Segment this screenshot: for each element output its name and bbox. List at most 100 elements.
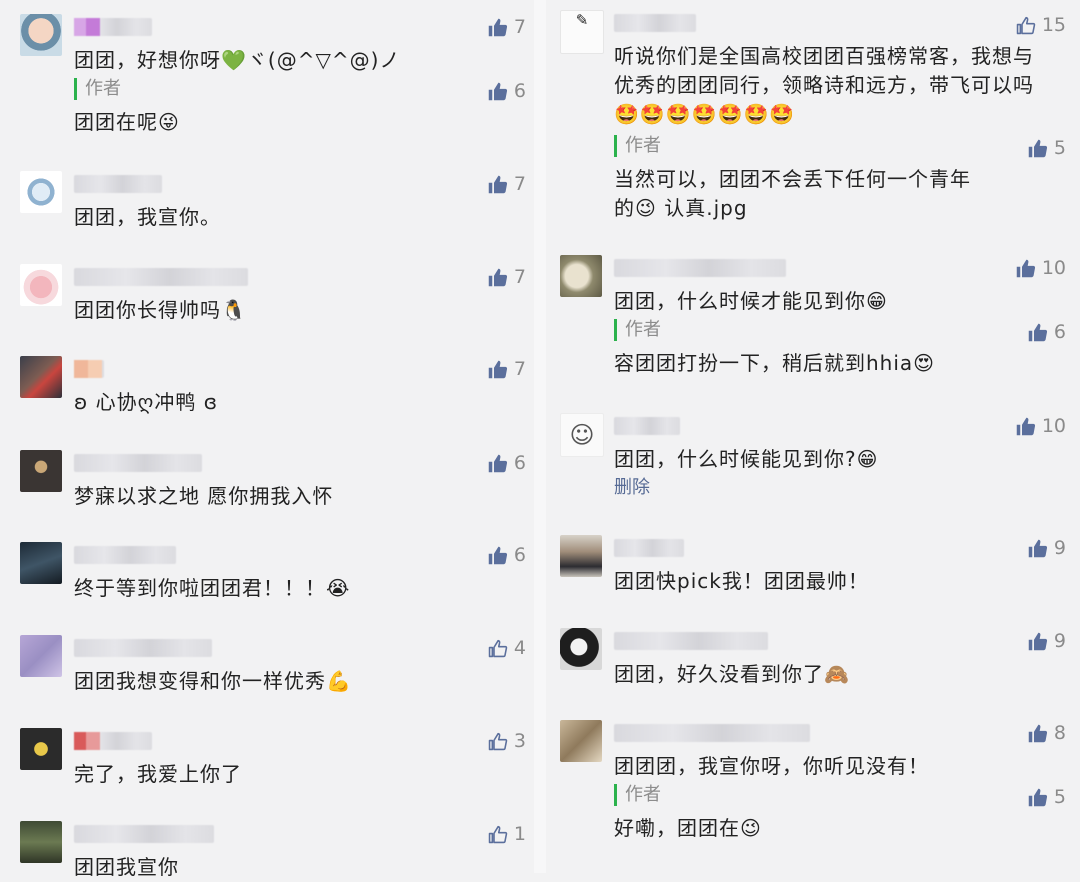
commenter-name-blurred <box>614 14 696 32</box>
like-count: 7 <box>513 173 526 195</box>
comments-column-right: ✎ 15 听说你们是全国高校团团百强榜常客，我想与优秀的团团同行，领略诗和远方，… <box>540 0 1080 873</box>
thumbs-up-filled-icon <box>487 359 508 380</box>
like-button[interactable]: 6 <box>487 450 526 476</box>
like-button[interactable]: 6 <box>1027 319 1066 345</box>
avatar[interactable] <box>20 728 62 770</box>
comment-text: 团团，好想你呀💚ヾ(@^▽^@)ノ <box>74 48 401 72</box>
like-button[interactable]: 10 <box>1015 255 1066 281</box>
like-count: 10 <box>1041 415 1066 437</box>
like-count: 6 <box>513 544 526 566</box>
like-button[interactable]: 6 <box>487 542 526 568</box>
commenter-name-blurred <box>74 360 104 378</box>
comment-text: 团团团，我宣你呀，你听见没有！ <box>614 754 929 778</box>
comment-text: 团团我宣你 <box>74 855 179 879</box>
thumbs-up-filled-icon <box>1027 322 1048 343</box>
avatar[interactable]: ✎ <box>560 10 604 54</box>
thumbs-up-filled-icon <box>487 17 508 38</box>
like-count: 6 <box>513 452 526 474</box>
comment-text: 团团，什么时候能见到你?😁 <box>614 447 879 471</box>
avatar[interactable] <box>20 542 62 584</box>
thumbs-up-filled-icon <box>487 267 508 288</box>
author-tag: 作者 <box>614 319 661 341</box>
like-button[interactable]: 10 <box>1015 413 1066 439</box>
author-tag: 作者 <box>614 135 661 157</box>
like-button[interactable]: 5 <box>1027 784 1066 810</box>
comment-text: ʚ 心协ღ冲鸭 ɞ <box>74 390 218 414</box>
like-button[interactable]: 15 <box>1015 12 1066 38</box>
like-button[interactable]: 8 <box>1027 720 1066 746</box>
like-button[interactable]: 9 <box>1027 535 1066 561</box>
like-count: 7 <box>513 266 526 288</box>
like-count: 15 <box>1041 14 1066 36</box>
like-count: 10 <box>1041 257 1066 279</box>
cartoon-face-icon: ☺ <box>569 421 595 449</box>
avatar[interactable] <box>560 255 602 297</box>
like-button[interactable]: 7 <box>487 264 526 290</box>
thumbs-up-filled-icon <box>1027 723 1048 744</box>
delete-link[interactable]: 删除 <box>614 473 650 499</box>
avatar-calligraphy-icon: ✎ <box>575 11 589 29</box>
reply-text: 好嘞，团团在😉 <box>614 816 762 840</box>
like-count: 9 <box>1053 630 1066 652</box>
avatar[interactable] <box>20 356 62 398</box>
avatar[interactable] <box>560 628 602 670</box>
thumbs-up-outline-icon <box>487 638 508 659</box>
commenter-name-blurred <box>74 639 212 657</box>
comment-text: 终于等到你啦团团君！！！😭 <box>74 576 351 600</box>
thumbs-up-filled-icon <box>1027 631 1048 652</box>
avatar[interactable] <box>20 171 62 213</box>
like-count: 9 <box>1053 537 1066 559</box>
thumbs-up-filled-icon <box>487 453 508 474</box>
comment-text: 团团，我宣你。 <box>74 205 221 229</box>
reply-text: 团团在呢😜 <box>74 110 180 134</box>
avatar[interactable] <box>20 450 62 492</box>
like-count: 5 <box>1053 137 1066 159</box>
comment-text: 团团你长得帅吗🐧 <box>74 298 247 322</box>
avatar[interactable]: ☺ <box>560 413 604 457</box>
comment-text: 听说你们是全国高校团团百强榜常客，我想与优秀的团团同行，领略诗和远方，带飞可以吗… <box>614 44 1034 126</box>
author-tag: 作者 <box>614 784 661 806</box>
thumbs-up-filled-icon <box>1015 416 1036 437</box>
like-button[interactable]: 3 <box>487 728 526 754</box>
thumbs-up-filled-icon <box>1015 258 1036 279</box>
like-button[interactable]: 1 <box>487 821 526 847</box>
like-count: 4 <box>513 637 526 659</box>
commenter-name-blurred <box>74 732 152 750</box>
commenter-name-blurred <box>74 454 202 472</box>
thumbs-up-filled-icon <box>487 81 508 102</box>
avatar[interactable] <box>20 14 62 56</box>
comment-text: 团团我想变得和你一样优秀💪 <box>74 669 352 693</box>
like-button[interactable]: 9 <box>1027 628 1066 654</box>
avatar[interactable] <box>20 821 62 863</box>
thumbs-up-filled-icon <box>1027 787 1048 808</box>
commenter-name-blurred <box>614 259 786 277</box>
like-count: 8 <box>1053 722 1066 744</box>
avatar[interactable] <box>20 635 62 677</box>
thumbs-up-filled-icon <box>1027 538 1048 559</box>
author-tag: 作者 <box>74 78 121 100</box>
like-button[interactable]: 6 <box>487 78 526 104</box>
commenter-name-blurred <box>74 825 214 843</box>
reply-text: 当然可以，团团不会丢下任何一个青年的😉 认真.jpg <box>614 167 971 220</box>
like-button[interactable]: 7 <box>487 171 526 197</box>
like-button[interactable]: 7 <box>487 14 526 40</box>
comment-text: 团团，好久没看到你了🙈 <box>614 662 850 686</box>
like-button[interactable]: 5 <box>1027 135 1066 161</box>
comment-text: 团团快pick我！团团最帅！ <box>614 569 869 593</box>
like-count: 7 <box>513 358 526 380</box>
thumbs-up-filled-icon <box>1027 138 1048 159</box>
thumbs-up-filled-icon <box>487 174 508 195</box>
avatar[interactable] <box>560 720 602 762</box>
thumbs-up-outline-icon <box>487 731 508 752</box>
like-button[interactable]: 7 <box>487 356 526 382</box>
like-button[interactable]: 4 <box>487 635 526 661</box>
like-count: 7 <box>513 16 526 38</box>
avatar[interactable] <box>560 535 602 577</box>
comments-column-left: 7 团团，好想你呀💚ヾ(@^▽^@)ノ 作者 6 团团在呢😜 7 团团，我宣你。… <box>0 0 540 879</box>
like-count: 1 <box>513 823 526 845</box>
thumbs-up-filled-icon <box>487 545 508 566</box>
commenter-name-blurred <box>74 18 152 36</box>
like-count: 6 <box>513 80 526 102</box>
comment-text: 梦寐以求之地 愿你拥我入怀 <box>74 484 334 508</box>
avatar[interactable] <box>20 264 62 306</box>
